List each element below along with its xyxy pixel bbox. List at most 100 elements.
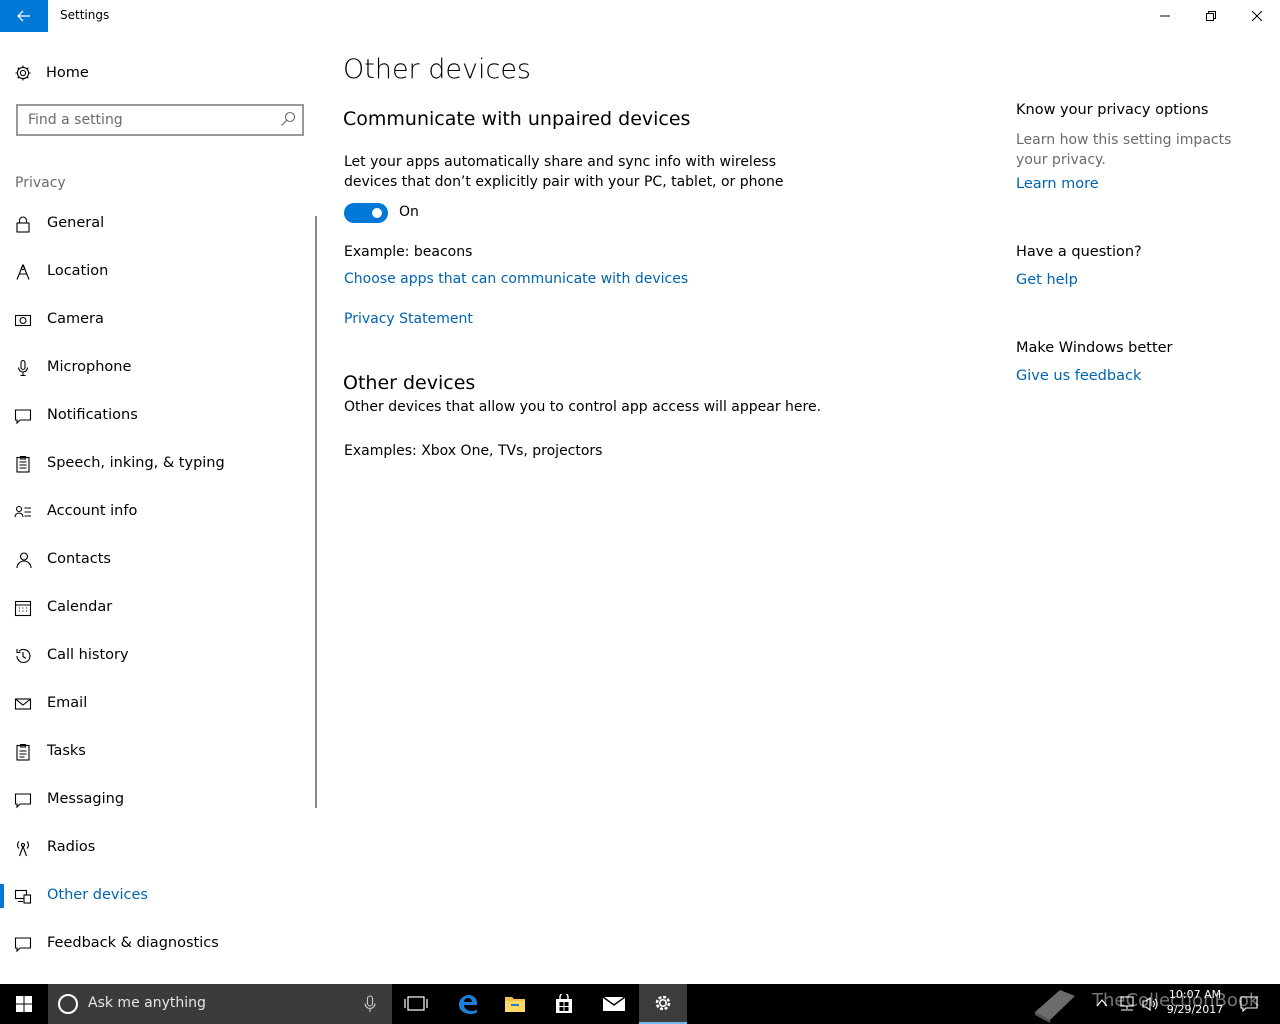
messaging-icon xyxy=(14,793,32,809)
sidebar-item-calendar[interactable]: Calendar xyxy=(0,584,312,632)
close-icon xyxy=(1252,11,1262,21)
contacts-icon xyxy=(16,552,32,569)
lock-icon xyxy=(16,216,30,233)
mail-button[interactable] xyxy=(590,984,638,1024)
sidebar-item-account-info[interactable]: Account info xyxy=(0,488,312,536)
sidebar-item-label: Messaging xyxy=(47,791,125,807)
task-view-button[interactable] xyxy=(392,984,440,1024)
sidebar-item-label: Feedback & diagnostics xyxy=(47,935,219,951)
get-help-link[interactable]: Get help xyxy=(1016,272,1078,288)
windows-logo-icon xyxy=(16,996,32,1012)
system-clock[interactable]: 10:07 AM 9/29/2017 xyxy=(1160,987,1230,1017)
sidebar-item-call-history[interactable]: Call history xyxy=(0,632,312,680)
close-button[interactable] xyxy=(1234,0,1280,32)
restore-button[interactable] xyxy=(1188,0,1234,32)
calendar-icon xyxy=(14,600,32,617)
privacy-options-heading: Know your privacy options xyxy=(1016,102,1209,118)
sidebar-item-speech[interactable]: Speech, inking, & typing xyxy=(0,440,312,488)
book-logo-icon xyxy=(1035,990,1075,1023)
sidebar-item-label: Notifications xyxy=(47,407,138,423)
cortana-search-box[interactable]: Ask me anything xyxy=(48,984,392,1024)
store-icon xyxy=(556,994,572,1013)
window-title: Settings xyxy=(60,8,110,22)
account-info-icon xyxy=(14,505,31,518)
sidebar-item-camera[interactable]: Camera xyxy=(0,296,312,344)
choose-apps-link[interactable]: Choose apps that can communicate with de… xyxy=(344,271,688,287)
sidebar-item-contacts[interactable]: Contacts xyxy=(0,536,312,584)
radio-tower-icon xyxy=(17,841,29,857)
feedback-icon xyxy=(14,937,32,953)
sidebar-item-label: General xyxy=(47,215,105,231)
store-button[interactable] xyxy=(540,984,588,1024)
sidebar-item-microphone[interactable]: Microphone xyxy=(0,344,312,392)
minimize-button[interactable] xyxy=(1142,0,1188,32)
sidebar-item-email[interactable]: Email xyxy=(0,680,312,728)
sidebar-item-label: Tasks xyxy=(47,743,86,759)
volume-icon[interactable] xyxy=(1142,996,1160,1012)
sidebar-item-general[interactable]: General xyxy=(0,200,312,248)
clock-time: 10:07 AM xyxy=(1168,988,1222,1001)
location-icon xyxy=(16,264,30,280)
home-label: Home xyxy=(46,65,89,81)
network-icon[interactable] xyxy=(1118,996,1136,1012)
sidebar-item-label: Microphone xyxy=(47,359,132,375)
task-view-icon xyxy=(404,996,428,1011)
title-bar: Settings xyxy=(0,0,1280,32)
other-devices-examples: Examples: Xbox One, TVs, projectors xyxy=(344,443,603,459)
unpaired-description-line2: devices that don’t explicitly pair with … xyxy=(344,174,784,190)
sidebar-item-label: Other devices xyxy=(47,887,148,903)
search-input[interactable] xyxy=(18,106,268,134)
question-heading: Have a question? xyxy=(1016,244,1142,260)
start-button[interactable] xyxy=(0,984,48,1024)
sidebar-item-location[interactable]: Location xyxy=(0,248,312,296)
devices-icon xyxy=(14,889,32,904)
page-title: Other devices xyxy=(343,54,531,85)
sidebar-item-label: Calendar xyxy=(47,599,113,615)
sidebar-scrollbar[interactable] xyxy=(315,216,317,808)
microphone-icon xyxy=(17,359,29,377)
notifications-icon xyxy=(14,409,32,425)
learn-more-link[interactable]: Learn more xyxy=(1016,176,1099,192)
gear-icon xyxy=(15,65,31,81)
sidebar-item-notifications[interactable]: Notifications xyxy=(0,392,312,440)
chevron-up-icon[interactable] xyxy=(1096,996,1108,1010)
email-icon xyxy=(14,698,32,710)
privacy-options-text: Learn how this setting impacts your priv… xyxy=(1016,132,1232,168)
toggle-knob xyxy=(372,208,382,218)
microphone-icon[interactable] xyxy=(364,995,376,1013)
edge-taskbar-button[interactable] xyxy=(443,984,491,1024)
history-icon xyxy=(16,648,31,664)
camera-icon xyxy=(14,314,32,327)
home-nav-item[interactable]: Home xyxy=(14,60,89,86)
taskbar: Ask me anything TheCollectionBook 10:07 … xyxy=(0,984,1280,1024)
sidebar-item-radios[interactable]: Radios xyxy=(0,824,312,872)
settings-taskbar-button[interactable] xyxy=(639,984,687,1024)
action-center-icon[interactable] xyxy=(1240,996,1258,1012)
mail-icon xyxy=(602,996,626,1011)
sidebar-item-label: Speech, inking, & typing xyxy=(47,455,225,471)
section-heading-unpaired: Communicate with unpaired devices xyxy=(343,108,691,130)
search-box[interactable] xyxy=(16,104,304,136)
sidebar-item-other-devices[interactable]: Other devices xyxy=(0,872,312,920)
unpaired-description-line1: Let your apps automatically share and sy… xyxy=(344,154,777,170)
sidebar-item-label: Contacts xyxy=(47,551,111,567)
file-explorer-button[interactable] xyxy=(491,984,539,1024)
sidebar-item-feedback[interactable]: Feedback & diagnostics xyxy=(0,920,312,968)
privacy-statement-link[interactable]: Privacy Statement xyxy=(344,311,473,327)
search-icon[interactable] xyxy=(280,111,296,127)
sidebar-item-messaging[interactable]: Messaging xyxy=(0,776,312,824)
tasks-icon xyxy=(16,743,30,761)
privacy-section-label: Privacy xyxy=(15,175,66,191)
sidebar-item-label: Account info xyxy=(47,503,138,519)
cortana-placeholder: Ask me anything xyxy=(88,995,206,1011)
sidebar-item-label: Camera xyxy=(47,311,104,327)
toggle-state-label: On xyxy=(399,204,419,220)
sidebar-item-tasks[interactable]: Tasks xyxy=(0,728,312,776)
sidebar-item-label: Email xyxy=(47,695,88,711)
clock-date: 9/29/2017 xyxy=(1166,1003,1224,1016)
other-devices-description: Other devices that allow you to control … xyxy=(344,399,822,415)
give-feedback-link[interactable]: Give us feedback xyxy=(1016,368,1141,384)
minimize-icon xyxy=(1160,15,1170,17)
back-button[interactable] xyxy=(0,0,48,32)
unpaired-devices-toggle[interactable] xyxy=(344,203,388,223)
